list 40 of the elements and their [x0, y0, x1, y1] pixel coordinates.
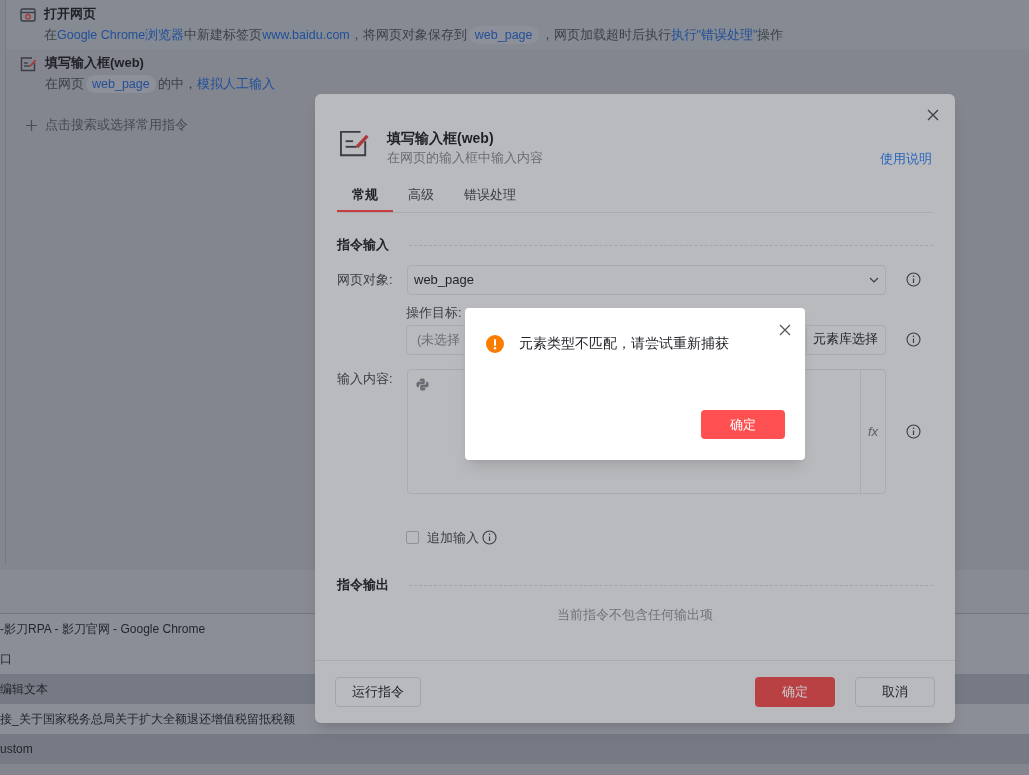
empty-output-message: 当前指令不包含任何输出项 — [557, 606, 713, 622]
function-button[interactable]: fx — [860, 369, 885, 493]
dialog-title: 填写输入框(web) — [387, 129, 495, 148]
info-icon[interactable] — [906, 272, 921, 288]
form-edit-icon — [20, 57, 37, 72]
tab[interactable]: 常规 — [337, 184, 393, 213]
dialog-subtitle: 在网页的输入框中输入内容 — [387, 150, 543, 167]
close-icon[interactable] — [779, 324, 791, 336]
help-link[interactable]: 使用说明 — [880, 150, 932, 169]
checkbox[interactable] — [406, 531, 419, 544]
section-heading: 指令输入 — [337, 236, 389, 255]
list-row[interactable]: ustom — [0, 734, 1029, 764]
close-icon[interactable] — [927, 109, 939, 121]
warning-icon — [486, 334, 504, 353]
alert-message: 元素类型不匹配，请尝试重新捕获 — [519, 334, 729, 353]
browser-window-icon — [20, 8, 36, 22]
step-title: 填写输入框(web) — [45, 54, 145, 72]
field-label: 输入内容: — [337, 369, 394, 388]
field-label: 操作目标: — [406, 303, 463, 322]
info-icon[interactable] — [906, 423, 921, 439]
confirm-button[interactable]: 确定 — [701, 410, 785, 439]
checkbox-label[interactable]: 追加输入 — [427, 527, 479, 548]
step-description: 在网页 web_page 的中，模拟人工输入 — [45, 75, 275, 93]
cancel-button[interactable]: 取消 — [855, 677, 935, 707]
tab[interactable]: 错误处理 — [449, 184, 531, 213]
section-heading: 指令输出 — [337, 576, 389, 595]
step-title: 打开网页 — [44, 5, 97, 23]
select-field[interactable]: web_page — [407, 264, 886, 295]
chevron-down-icon[interactable] — [869, 276, 879, 283]
field-label: 网页对象: — [337, 271, 394, 289]
info-icon[interactable] — [482, 530, 497, 545]
element-library-button[interactable]: 元素库选择 — [806, 326, 884, 353]
python-icon — [416, 377, 429, 391]
step-description: 在Google Chrome浏览器中新建标签页www.baidu.com，将网页对象保存到 web_page ，网页加载超时后执行执行"错误处理"操作 — [44, 26, 784, 44]
tab[interactable]: 高级 — [393, 184, 449, 213]
form-edit-icon — [338, 130, 370, 158]
step-row[interactable]: 打开网页 在Google Chrome浏览器中新建标签页www.baidu.com，将网页对象保存到 web_page ，网页加载超时后执行执行"错误处理"操作 — [6, 0, 1029, 49]
info-icon[interactable] — [906, 332, 921, 348]
confirm-button[interactable]: 确定 — [755, 677, 835, 707]
run-command-button[interactable]: 运行指令 — [335, 677, 421, 707]
